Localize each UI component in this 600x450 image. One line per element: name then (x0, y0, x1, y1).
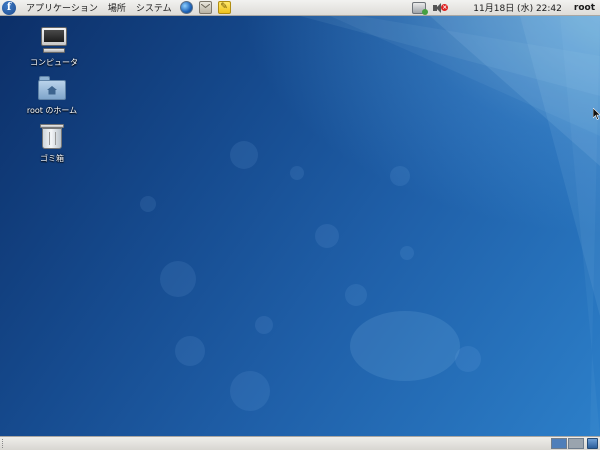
wallpaper-bubble (350, 311, 460, 381)
wallpaper-bubble (400, 246, 414, 260)
menu-system[interactable]: システム (131, 1, 177, 14)
wallpaper-bubble (290, 166, 304, 180)
desktop-icon-trash[interactable]: ゴミ箱 (22, 122, 82, 164)
top-panel: f アプリケーション 場所 システム ✎ × 11月18日 (水) 22:42 … (0, 0, 600, 16)
wallpaper-bubble (160, 261, 196, 297)
desktop[interactable]: コンピュータ root のホーム ゴミ箱 (0, 16, 600, 436)
bottom-panel (0, 436, 600, 450)
wallpaper-bubble (230, 371, 270, 411)
notes-icon[interactable]: ✎ (217, 1, 231, 14)
web-browser-icon[interactable] (179, 1, 193, 14)
clock[interactable]: 11月18日 (水) 22:42 (451, 1, 570, 14)
mail-client-icon[interactable] (198, 1, 212, 14)
wallpaper-bubble (345, 284, 367, 306)
wallpaper-bubble (390, 166, 410, 186)
desktop-icon-label: root のホーム (26, 106, 78, 115)
wallpaper-bubble (230, 141, 258, 169)
computer-icon (39, 26, 69, 54)
desktop-icon-label: ゴミ箱 (40, 154, 64, 163)
desktop-icon-home[interactable]: root のホーム (22, 74, 82, 116)
trash-applet-icon[interactable] (587, 438, 598, 449)
wallpaper-bubble (255, 316, 273, 334)
mouse-cursor-icon (593, 108, 600, 120)
desktop-icon-label: コンピュータ (30, 58, 78, 67)
panel-handle[interactable] (2, 439, 5, 448)
desktop-icon-computer[interactable]: コンピュータ (24, 26, 84, 68)
volume-muted-icon[interactable]: × (432, 2, 449, 14)
wallpaper-bubble (455, 346, 481, 372)
wallpaper-bubble (140, 196, 156, 212)
wallpaper-bubble (315, 224, 339, 248)
network-icon[interactable] (412, 1, 429, 15)
trash-icon (37, 122, 67, 150)
workspace-2[interactable] (568, 438, 584, 449)
user-menu[interactable]: root (570, 3, 598, 13)
fedora-logo-icon[interactable]: f (2, 0, 16, 15)
wallpaper-rays (300, 16, 600, 436)
menu-applications[interactable]: アプリケーション (21, 1, 103, 14)
workspace-1[interactable] (551, 438, 567, 449)
home-folder-icon (37, 74, 67, 102)
wallpaper-bubble (175, 336, 205, 366)
menu-places[interactable]: 場所 (103, 1, 131, 14)
